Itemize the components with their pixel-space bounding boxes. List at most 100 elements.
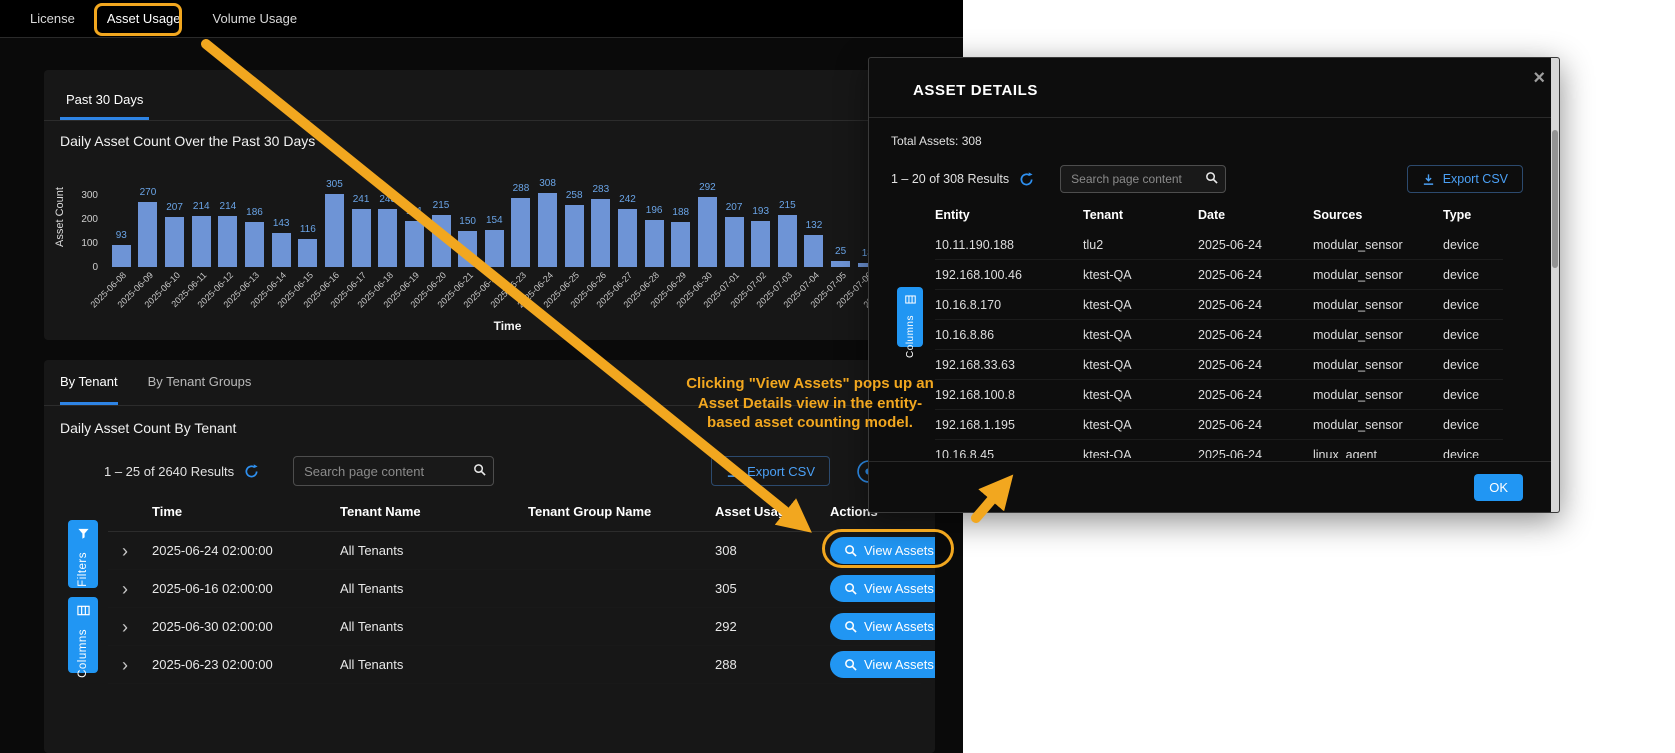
chart-title: Daily Asset Count Over the Past 30 Days [44,121,935,153]
bar-rect[interactable] [378,209,397,267]
bar[interactable]: 932025-06-08 [108,167,135,267]
tab-volume-usage[interactable]: Volume Usage [211,0,300,37]
modal-refresh-icon[interactable] [1019,172,1034,187]
bar[interactable]: 1882025-06-29 [667,167,694,267]
view-assets-button[interactable]: View Assets [830,613,935,640]
bar[interactable]: 2422025-06-27 [614,167,641,267]
modal-table-body: 10.11.190.188tlu22025-06-24modular_senso… [891,230,1537,458]
search-icon [844,544,857,557]
bar-rect[interactable] [325,194,344,267]
view-assets-button[interactable]: View Assets [830,537,935,564]
bar[interactable]: 2072025-07-01 [721,167,748,267]
bar-rect[interactable] [245,222,264,267]
cell-tenant: ktest-QA [1083,328,1198,342]
bar[interactable]: 252025-07-05 [827,167,854,267]
bar-rect[interactable] [218,216,237,267]
bar[interactable]: 2152025-06-20 [428,167,455,267]
tab-by-tenant-groups[interactable]: By Tenant Groups [148,360,252,405]
bar[interactable]: 3052025-06-16 [321,167,348,267]
tab-by-tenant[interactable]: By Tenant [60,360,118,405]
bar-rect[interactable] [591,199,610,267]
cell-date: 2025-06-24 [1198,418,1313,432]
bar[interactable]: 1542025-06-22 [481,167,508,267]
bar[interactable]: 2142025-06-12 [215,167,242,267]
view-assets-button[interactable]: View Assets [830,651,935,678]
bar-rect[interactable] [165,217,184,267]
tab-asset-usage[interactable]: Asset Usage [105,0,183,37]
bar[interactable]: 1432025-06-14 [268,167,295,267]
bar-rect[interactable] [565,205,584,267]
bar[interactable]: 1912025-06-19 [401,167,428,267]
bar[interactable]: 2152025-07-03 [774,167,801,267]
bar-value-label: 215 [779,200,796,211]
bar[interactable]: 1322025-07-04 [801,167,828,267]
bar[interactable]: 2432025-06-18 [374,167,401,267]
bar-rect[interactable] [458,231,477,267]
refresh-icon[interactable] [244,464,259,479]
bar[interactable]: 2882025-06-23 [508,167,535,267]
bar-rect[interactable] [751,221,770,267]
bar[interactable]: 1502025-06-21 [454,167,481,267]
bar-rect[interactable] [432,215,451,267]
row-expand-chevron[interactable]: › [108,580,152,598]
col-type: Type [1443,208,1503,222]
bar[interactable]: 2072025-06-10 [161,167,188,267]
bar-rect[interactable] [352,209,371,267]
bar-value-label: 207 [726,202,743,213]
bar[interactable]: 1862025-06-13 [241,167,268,267]
bar-rect[interactable] [831,261,850,267]
bar[interactable]: 2702025-06-09 [135,167,162,267]
cell-tenant: ktest-QA [1083,298,1198,312]
cell-time: 2025-06-30 02:00:00 [152,619,340,634]
view-assets-button[interactable]: View Assets [830,575,935,602]
scrollbar-thumb[interactable] [1552,130,1558,268]
bar-rect[interactable] [485,230,504,267]
bar-rect[interactable] [671,222,690,267]
bar[interactable]: 2922025-06-30 [694,167,721,267]
bar-rect[interactable] [618,209,637,267]
bar-rect[interactable] [645,220,664,267]
filters-button[interactable]: Filters [68,520,98,588]
row-expand-chevron[interactable]: › [108,656,152,674]
bar[interactable]: 2832025-06-26 [588,167,615,267]
bar-rect[interactable] [112,245,131,267]
bar[interactable]: 2412025-06-17 [348,167,375,267]
modal-results-count: 1 – 20 of 308 Results [891,172,1009,186]
search-input[interactable] [293,456,494,486]
bar-rect[interactable] [538,193,557,267]
cell-date: 2025-06-24 [1198,268,1313,282]
modal-search-input[interactable] [1060,165,1226,193]
modal-columns-button[interactable]: Columns [897,287,923,347]
export-csv-label: Export CSV [747,464,815,479]
bar-rect[interactable] [725,217,744,267]
bar-rect[interactable] [405,221,424,267]
bar-rect[interactable] [778,215,797,267]
row-expand-chevron[interactable]: › [108,618,152,636]
bar-rect[interactable] [138,202,157,267]
bar[interactable]: 3082025-06-24 [534,167,561,267]
export-csv-button[interactable]: Export CSV [711,456,830,486]
tab-past-30-days[interactable]: Past 30 Days [60,84,149,120]
bar-rect[interactable] [698,197,717,267]
bar-rect[interactable] [804,235,823,267]
modal-scrollbar[interactable] [1551,58,1559,512]
bar[interactable]: 1962025-06-28 [641,167,668,267]
bar[interactable]: 1162025-06-15 [294,167,321,267]
bar[interactable]: 2142025-06-11 [188,167,215,267]
bar-rect[interactable] [298,239,317,267]
cell-type: device [1443,418,1503,432]
bar[interactable]: 1932025-07-02 [747,167,774,267]
bar-value-label: 186 [246,207,263,218]
bar-rect[interactable] [511,198,530,267]
columns-button[interactable]: Columns [68,597,98,673]
modal-export-csv-button[interactable]: Export CSV [1407,165,1523,193]
row-expand-chevron[interactable]: › [108,542,152,560]
bar[interactable]: 2582025-06-25 [561,167,588,267]
tab-license[interactable]: License [28,0,77,37]
close-icon[interactable]: × [1533,68,1545,88]
bar-value-label: 283 [593,184,610,195]
bar-rect[interactable] [272,233,291,267]
ok-button[interactable]: OK [1474,474,1523,501]
bar-rect[interactable] [192,216,211,267]
total-assets-label: Total Assets: 308 [891,134,1537,148]
